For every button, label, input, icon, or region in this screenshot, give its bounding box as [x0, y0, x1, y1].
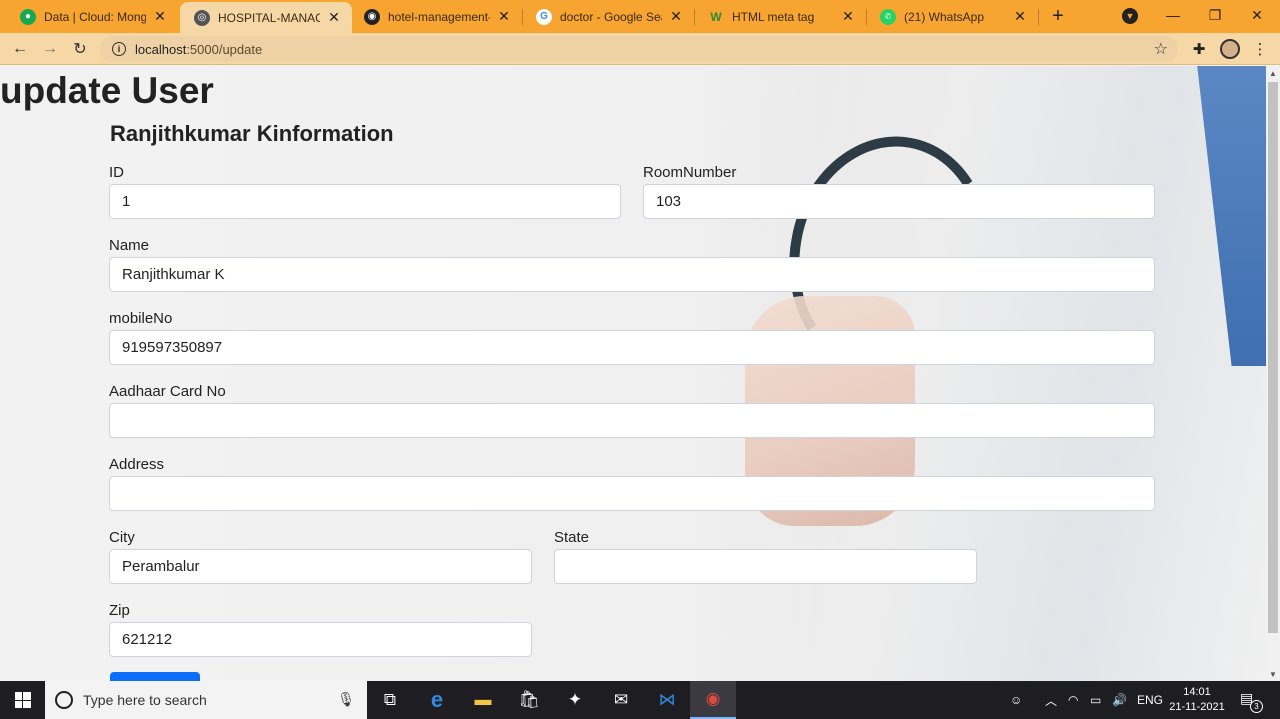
- google-icon: G: [536, 8, 552, 25]
- language-indicator[interactable]: ENG: [1137, 681, 1163, 719]
- mongodb-leaf-icon: ●: [20, 8, 36, 25]
- name-label: Name: [109, 237, 150, 254]
- file-explorer-icon[interactable]: ▬: [460, 681, 506, 719]
- microphone-icon[interactable]: 🎙: [337, 691, 355, 708]
- city-input[interactable]: Perambalur: [109, 549, 532, 584]
- address-input[interactable]: [109, 476, 1155, 511]
- state-input[interactable]: [554, 549, 977, 584]
- tab-hospital-management[interactable]: ◎ HOSPITAL-MANAGEMENT ✕: [180, 2, 352, 33]
- page-content: update User Ranjithkumar Kinformation ID…: [0, 66, 1266, 681]
- restore-button[interactable]: ❐: [1194, 0, 1236, 30]
- zip-input[interactable]: 621212: [109, 622, 532, 657]
- github-icon: ◉: [364, 8, 380, 25]
- name-input[interactable]: Ranjithkumar K: [109, 257, 1155, 292]
- app-icon[interactable]: ✦: [552, 681, 598, 719]
- scroll-thumb[interactable]: [1268, 82, 1278, 633]
- bookmark-star-icon[interactable]: ☆: [1154, 39, 1168, 59]
- aadhaar-input[interactable]: [109, 403, 1155, 438]
- tab-title: Data | Cloud: MongoDB: [44, 9, 146, 24]
- close-icon[interactable]: ✕: [668, 8, 684, 25]
- chrome-icon[interactable]: ◉: [690, 681, 736, 719]
- submit-button[interactable]: [110, 672, 200, 681]
- tab-search-icon[interactable]: ▼: [1122, 8, 1138, 24]
- vscode-icon[interactable]: ⋈: [644, 681, 690, 719]
- tab-title: (21) WhatsApp: [904, 9, 985, 24]
- scroll-down-icon[interactable]: ▼: [1266, 667, 1280, 681]
- page-scrollbar[interactable]: ▲ ▼: [1266, 66, 1280, 681]
- minimize-button[interactable]: —: [1152, 0, 1194, 30]
- close-icon[interactable]: ✕: [496, 8, 512, 25]
- id-input[interactable]: 1: [109, 184, 621, 219]
- room-number-input[interactable]: 103: [643, 184, 1155, 219]
- tab-separator: [1038, 9, 1039, 25]
- wifi-icon[interactable]: ◠: [1068, 681, 1078, 719]
- scroll-up-icon[interactable]: ▲: [1266, 66, 1280, 80]
- address-bar[interactable]: i localhost:5000/update ☆: [100, 36, 1178, 62]
- taskbar-clock[interactable]: 14:01 21-11-2021: [1162, 685, 1232, 715]
- edge-icon[interactable]: e: [414, 681, 460, 719]
- browser-tab-strip: ● Data | Cloud: MongoDB ✕ ◎ HOSPITAL-MAN…: [0, 0, 1280, 33]
- w3schools-icon: W: [710, 9, 722, 24]
- aadhaar-label: Aadhaar Card No: [109, 383, 226, 400]
- room-number-label: RoomNumber: [643, 164, 737, 181]
- windows-logo-icon: [14, 692, 31, 708]
- mail-icon[interactable]: ✉: [598, 681, 644, 719]
- address-label: Address: [109, 456, 165, 473]
- volume-icon[interactable]: 🔊: [1112, 681, 1127, 719]
- new-tab-button[interactable]: +: [1046, 4, 1070, 28]
- tab-title: HTML meta tag: [732, 9, 815, 24]
- form-heading: Ranjithkumar Kinformation: [110, 121, 394, 146]
- mobile-input[interactable]: 919597350897: [109, 330, 1155, 365]
- taskbar-search-placeholder: Type here to search: [83, 692, 207, 708]
- battery-icon[interactable]: ▭: [1090, 681, 1101, 719]
- browser-toolbar: ← → ↻ i localhost:5000/update ☆ ✚ ⋮: [0, 33, 1280, 65]
- url-host: localhost: [135, 41, 187, 57]
- close-icon[interactable]: ✕: [840, 8, 856, 25]
- whatsapp-icon: ✆: [880, 8, 896, 25]
- microsoft-store-icon[interactable]: 🛍: [506, 681, 552, 719]
- start-button[interactable]: [0, 681, 45, 719]
- url-path: :5000/update: [186, 41, 263, 57]
- tab-title: doctor - Google Search: [560, 9, 662, 24]
- menu-kebab-icon[interactable]: ⋮: [1250, 39, 1270, 59]
- tab-whatsapp[interactable]: ✆ (21) WhatsApp ✕: [866, 1, 1038, 32]
- close-icon[interactable]: ✕: [152, 8, 168, 25]
- id-label: ID: [109, 164, 124, 181]
- back-button[interactable]: ←: [8, 37, 32, 61]
- show-hidden-icons-chevron-icon[interactable]: ︿: [1045, 681, 1057, 719]
- tab-google-search[interactable]: G doctor - Google Search ✕: [522, 1, 694, 32]
- tab-github[interactable]: ◉ hotel-management-sys ✕: [350, 1, 522, 32]
- tab-w3schools[interactable]: W HTML meta tag ✕: [694, 1, 866, 32]
- info-icon[interactable]: i: [112, 42, 126, 56]
- clock-time: 14:01: [1183, 686, 1211, 698]
- tab-title: HOSPITAL-MANAGEMENT: [218, 10, 320, 25]
- state-label: State: [554, 529, 590, 546]
- tab-title: hotel-management-sys: [388, 9, 490, 24]
- city-label: City: [109, 529, 135, 546]
- page-title: update User: [0, 70, 214, 111]
- zip-label: Zip: [109, 602, 130, 619]
- extensions-puzzle-icon[interactable]: ✚: [1189, 39, 1209, 59]
- forward-button[interactable]: →: [38, 37, 62, 61]
- mobile-label: mobileNo: [109, 310, 173, 327]
- close-icon[interactable]: ✕: [326, 9, 342, 26]
- cortana-icon: [55, 691, 73, 709]
- taskbar-search-box[interactable]: Type here to search 🎙: [45, 681, 367, 719]
- people-icon[interactable]: ☺: [1010, 681, 1022, 719]
- clock-date: 21-11-2021: [1169, 701, 1225, 713]
- reload-button[interactable]: ↻: [68, 37, 92, 61]
- task-view-icon[interactable]: ⧉: [367, 681, 413, 719]
- profile-avatar[interactable]: [1220, 39, 1240, 59]
- close-icon[interactable]: ✕: [1012, 8, 1028, 25]
- close-window-button[interactable]: ✕: [1236, 0, 1278, 30]
- tab-mongodb[interactable]: ● Data | Cloud: MongoDB ✕: [6, 1, 178, 32]
- notification-count-badge: 3: [1250, 700, 1263, 713]
- globe-icon: ◎: [194, 9, 210, 26]
- windows-taskbar: Type here to search 🎙 ⧉ e ▬ 🛍 ✦ ✉ ⋈ ◉ ☺ …: [0, 681, 1280, 719]
